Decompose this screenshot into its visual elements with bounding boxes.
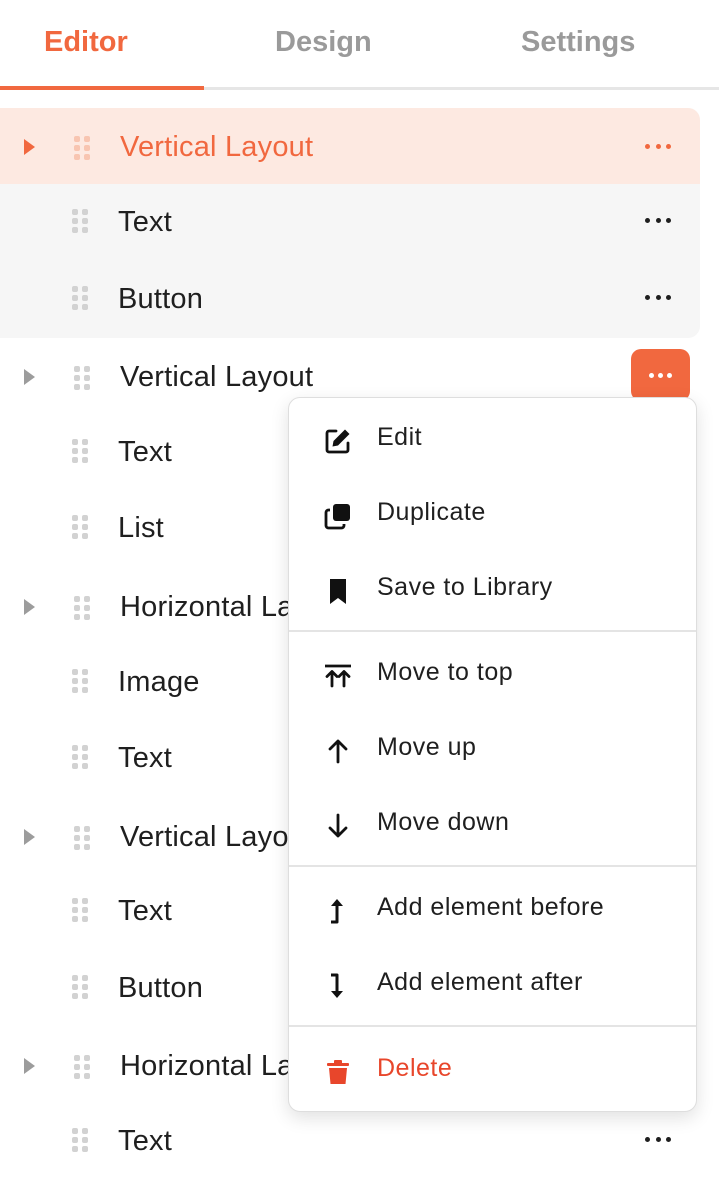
menu-item-duplicate[interactable]: Duplicate <box>289 485 696 545</box>
tree-row-container[interactable]: Vertical Layout <box>0 110 719 184</box>
double-arrow-up-icon <box>325 664 351 688</box>
more-options-button-active[interactable] <box>631 349 690 401</box>
tree-row-label: Image <box>118 666 200 698</box>
tree-row-label: Button <box>118 283 204 315</box>
menu-item-label: Save to Library <box>377 573 553 601</box>
menu-divider <box>289 1025 696 1027</box>
menu-item-move-up[interactable]: Move up <box>289 720 696 780</box>
menu-item-add-element-before[interactable]: Add element before <box>289 880 696 940</box>
context-menu: Edit Duplicate Save to Library Move to t… <box>288 397 697 1112</box>
tab-design[interactable]: Design <box>275 26 372 59</box>
drag-handle-icon[interactable] <box>74 366 90 390</box>
tree-row-leaf[interactable]: Text <box>0 185 719 259</box>
drag-handle-icon[interactable] <box>72 209 88 233</box>
caret-right-icon[interactable] <box>24 369 35 385</box>
tree-row-leaf[interactable]: Button <box>0 262 719 336</box>
drag-handle-icon[interactable] <box>74 596 90 620</box>
bookmark-icon <box>330 579 346 604</box>
drag-handle-icon[interactable] <box>72 1128 88 1152</box>
more-options-icon[interactable] <box>645 141 671 151</box>
turn-down-arrow-icon <box>331 973 343 998</box>
menu-item-move-to-top[interactable]: Move to top <box>289 645 696 705</box>
more-options-icon[interactable] <box>645 215 671 225</box>
tree-row-leaf[interactable]: Text <box>0 1104 719 1178</box>
trash-icon <box>327 1060 349 1084</box>
drag-handle-icon[interactable] <box>72 975 88 999</box>
drag-handle-icon[interactable] <box>74 1055 90 1079</box>
menu-item-add-element-after[interactable]: Add element after <box>289 955 696 1015</box>
menu-divider <box>289 865 696 867</box>
menu-item-label: Add element before <box>377 893 605 921</box>
tree-row-label: Text <box>118 895 172 927</box>
tab-bar: Editor Design Settings <box>0 0 719 90</box>
arrow-down-icon <box>328 813 348 838</box>
copy-icon <box>324 504 350 530</box>
menu-item-label: Edit <box>377 423 423 451</box>
drag-handle-icon[interactable] <box>72 669 88 693</box>
drag-handle-icon[interactable] <box>72 439 88 463</box>
drag-handle-icon[interactable] <box>72 745 88 769</box>
tree-row-label: Button <box>118 972 204 1004</box>
more-options-icon[interactable] <box>645 1134 671 1144</box>
tree-row-label: List <box>118 512 164 544</box>
turn-up-arrow-icon <box>331 899 343 924</box>
tab-settings[interactable]: Settings <box>521 26 635 59</box>
menu-item-move-down[interactable]: Move down <box>289 795 696 855</box>
tree-row-label: Text <box>118 206 172 238</box>
tab-editor[interactable]: Editor <box>44 26 128 59</box>
caret-right-icon[interactable] <box>24 139 35 155</box>
caret-right-icon[interactable] <box>24 829 35 845</box>
arrow-up-icon <box>328 739 348 764</box>
drag-handle-icon[interactable] <box>72 515 88 539</box>
menu-item-label: Add element after <box>377 968 583 996</box>
menu-item-save-to-library[interactable]: Save to Library <box>289 560 696 620</box>
tree-row-label: Text <box>118 742 172 774</box>
menu-item-label: Move to top <box>377 658 514 686</box>
menu-item-label: Duplicate <box>377 498 486 526</box>
menu-item-label: Move down <box>377 808 510 836</box>
more-options-icon[interactable] <box>645 292 671 302</box>
caret-right-icon[interactable] <box>24 599 35 615</box>
tree-row-label: Text <box>118 436 172 468</box>
tree-row-label: Text <box>118 1125 172 1157</box>
tree-row-label: Vertical Layout <box>120 361 314 393</box>
menu-item-label: Delete <box>377 1054 453 1082</box>
tree-row-label: Vertical Layout <box>120 821 314 853</box>
drag-handle-icon[interactable] <box>74 136 90 160</box>
menu-item-label: Move up <box>377 733 477 761</box>
caret-right-icon[interactable] <box>24 1058 35 1074</box>
active-tab-indicator <box>0 86 204 90</box>
drag-handle-icon[interactable] <box>72 286 88 310</box>
drag-handle-icon[interactable] <box>72 898 88 922</box>
drag-handle-icon[interactable] <box>74 826 90 850</box>
tree-row-label: Vertical Layout <box>120 131 314 163</box>
menu-item-edit[interactable]: Edit <box>289 410 696 470</box>
menu-divider <box>289 630 696 632</box>
pencil-square-icon <box>325 429 350 454</box>
menu-item-delete[interactable]: Delete <box>289 1041 696 1101</box>
